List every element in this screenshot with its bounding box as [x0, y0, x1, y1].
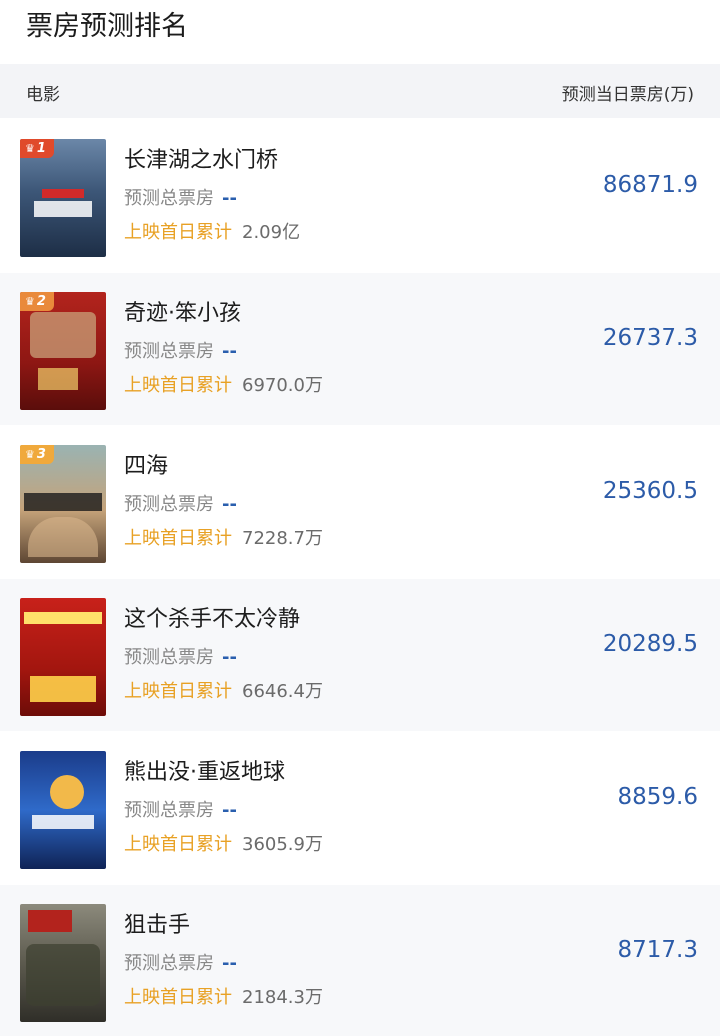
forecast-total-value: -- [222, 341, 237, 362]
forecast-day-box-office: 26737.3 [602, 325, 698, 351]
forecast-total-value: -- [222, 800, 237, 821]
rank-number: 1 [36, 141, 46, 156]
movie-row[interactable]: 狙击手 预测总票房 -- 上映首日累计 2184.3万 8717.3 [0, 885, 720, 1036]
crown-icon: ♛ [25, 295, 35, 308]
rank-badge: ♛ 2 [20, 292, 54, 311]
cumulative-label: 上映首日累计 [124, 375, 232, 396]
forecast-total-value: -- [222, 953, 237, 974]
movie-title[interactable]: 长津湖之水门桥 [124, 142, 278, 174]
forecast-day-box-office: 8859.6 [617, 784, 698, 810]
movie-poster[interactable]: ♛ 3 [20, 445, 106, 563]
cumulative-value: 2184.3万 [242, 987, 323, 1008]
crown-icon: ♛ [25, 448, 35, 461]
movie-poster[interactable]: ♛ 2 [20, 292, 106, 410]
page-title: 票房预测排名 [26, 11, 188, 42]
movie-poster[interactable] [20, 904, 106, 1022]
first-day-cumulative: 上映首日累计 6970.0万 [124, 371, 323, 397]
first-day-cumulative: 上映首日累计 3605.9万 [124, 830, 323, 856]
forecast-day-box-office: 20289.5 [602, 631, 698, 657]
movie-title[interactable]: 奇迹·笨小孩 [124, 295, 241, 327]
movie-row[interactable]: ♛ 2 奇迹·笨小孩 预测总票房 -- 上映首日累计 6970.0万 26737.3 [0, 273, 720, 425]
movie-title[interactable]: 这个杀手不太冷静 [124, 601, 300, 633]
forecast-total-value: -- [222, 188, 237, 209]
forecast-total-label: 预测总票房 [124, 188, 214, 209]
crown-icon: ♛ [25, 142, 35, 155]
cumulative-label: 上映首日累计 [124, 834, 232, 855]
cumulative-label: 上映首日累计 [124, 987, 232, 1008]
cumulative-value: 6970.0万 [242, 375, 323, 396]
forecast-total: 预测总票房 -- [124, 337, 237, 363]
rank-badge: ♛ 3 [20, 445, 54, 464]
rank-number: 3 [36, 447, 46, 462]
movie-title[interactable]: 狙击手 [124, 907, 190, 939]
forecast-total-label: 预测总票房 [124, 953, 214, 974]
forecast-day-box-office: 86871.9 [602, 172, 698, 198]
forecast-total-label: 预测总票房 [124, 800, 214, 821]
column-header-movie: 电影 [26, 85, 60, 105]
rank-number: 2 [36, 294, 46, 309]
forecast-total-value: -- [222, 647, 237, 668]
forecast-day-box-office: 25360.5 [602, 478, 698, 504]
cumulative-value: 6646.4万 [242, 681, 323, 702]
forecast-total-label: 预测总票房 [124, 647, 214, 668]
cumulative-label: 上映首日累计 [124, 222, 232, 243]
movie-title[interactable]: 熊出没·重返地球 [124, 754, 285, 786]
first-day-cumulative: 上映首日累计 6646.4万 [124, 677, 323, 703]
movie-row[interactable]: ♛ 1 长津湖之水门桥 预测总票房 -- 上映首日累计 2.09亿 86871.9 [0, 120, 720, 272]
movie-poster[interactable] [20, 751, 106, 869]
column-header-box-office: 预测当日票房(万) [561, 85, 694, 105]
movie-row[interactable]: 熊出没·重返地球 预测总票房 -- 上映首日累计 3605.9万 8859.6 [0, 732, 720, 884]
forecast-total: 预测总票房 -- [124, 184, 237, 210]
cumulative-label: 上映首日累计 [124, 681, 232, 702]
forecast-total-value: -- [222, 494, 237, 515]
movie-row[interactable]: ♛ 3 四海 预测总票房 -- 上映首日累计 7228.7万 25360.5 [0, 426, 720, 578]
forecast-day-box-office: 8717.3 [617, 937, 698, 963]
first-day-cumulative: 上映首日累计 7228.7万 [124, 524, 323, 550]
cumulative-value: 2.09亿 [242, 222, 301, 243]
movie-poster[interactable] [20, 598, 106, 716]
movie-title[interactable]: 四海 [124, 448, 168, 480]
table-header: 电影 预测当日票房(万) [0, 64, 720, 118]
movie-row[interactable]: 这个杀手不太冷静 预测总票房 -- 上映首日累计 6646.4万 20289.5 [0, 579, 720, 731]
first-day-cumulative: 上映首日累计 2.09亿 [124, 218, 300, 244]
cumulative-value: 7228.7万 [242, 528, 323, 549]
forecast-total-label: 预测总票房 [124, 494, 214, 515]
rank-badge: ♛ 1 [20, 139, 54, 158]
movie-poster[interactable]: ♛ 1 [20, 139, 106, 257]
cumulative-value: 3605.9万 [242, 834, 323, 855]
forecast-total: 预测总票房 -- [124, 643, 237, 669]
cumulative-label: 上映首日累计 [124, 528, 232, 549]
forecast-total: 预测总票房 -- [124, 796, 237, 822]
forecast-total: 预测总票房 -- [124, 490, 237, 516]
forecast-total-label: 预测总票房 [124, 341, 214, 362]
forecast-total: 预测总票房 -- [124, 949, 237, 975]
first-day-cumulative: 上映首日累计 2184.3万 [124, 983, 323, 1009]
